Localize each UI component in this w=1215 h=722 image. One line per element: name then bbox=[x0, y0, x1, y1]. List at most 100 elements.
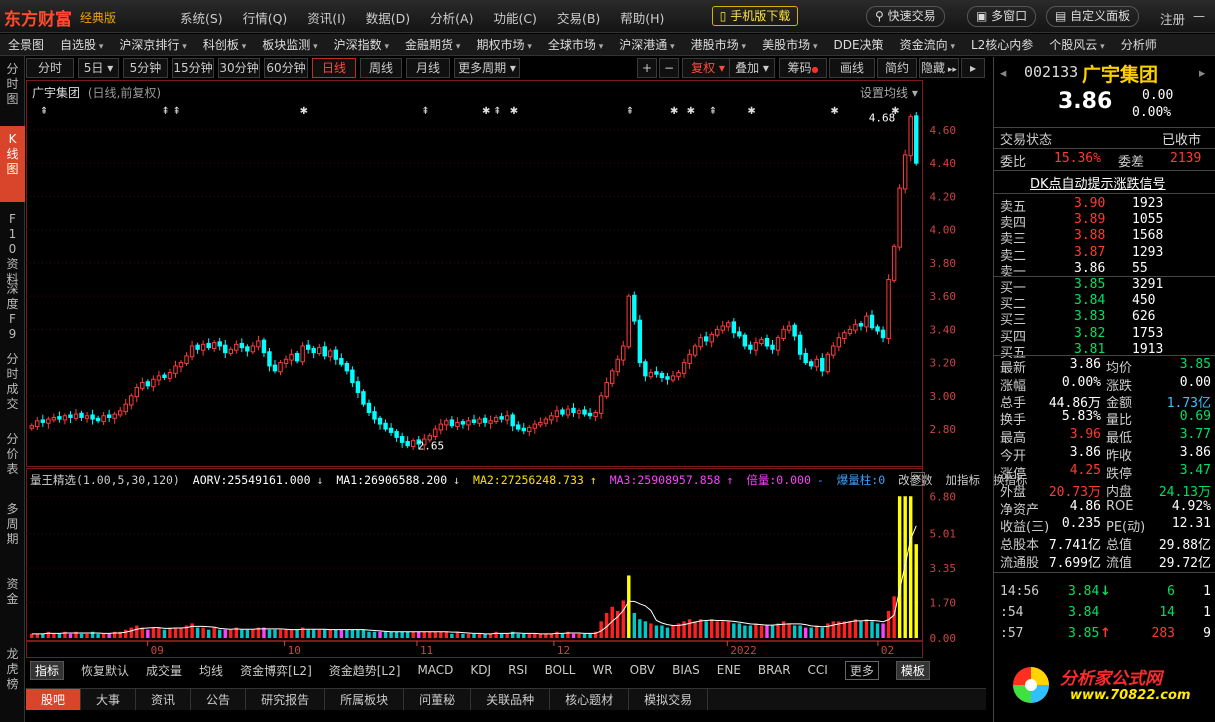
minus-button[interactable]: − bbox=[659, 58, 679, 78]
arrow-right-icon[interactable]: ▸ bbox=[1199, 65, 1205, 80]
indicator-tab-5[interactable]: 资金趋势[L2] bbox=[329, 662, 401, 679]
event-marker-icon[interactable]: ✱ bbox=[687, 106, 695, 117]
period-2[interactable]: 5分钟 bbox=[123, 58, 168, 78]
set-ma-button[interactable]: 设置均线 ▾ bbox=[860, 84, 918, 101]
nav-item-14[interactable]: L2核心内参 bbox=[971, 36, 1033, 53]
period-1[interactable]: 5日 ▾ bbox=[78, 58, 119, 78]
custom-panel-button[interactable]: ▤ 自定义面板 bbox=[1046, 6, 1140, 27]
event-marker-icon[interactable]: ⇞ bbox=[709, 106, 717, 117]
menu-function[interactable]: 功能(C) bbox=[493, 8, 536, 27]
left-tab-8[interactable]: 龙虎榜 bbox=[0, 641, 25, 711]
period-3[interactable]: 15分钟 bbox=[172, 58, 214, 78]
nav-item-15[interactable]: 个股风云 bbox=[1049, 36, 1104, 53]
nav-item-4[interactable]: 板块监测 bbox=[262, 36, 317, 53]
draw-line-button[interactable]: 画线 bbox=[829, 58, 875, 78]
nav-item-6[interactable]: 金融期货 bbox=[405, 36, 460, 53]
bottom-tab-3[interactable]: 公告 bbox=[191, 689, 247, 710]
event-marker-icon[interactable]: ✱ bbox=[300, 106, 308, 117]
nav-item-10[interactable]: 港股市场 bbox=[691, 36, 746, 53]
event-marker-icon[interactable]: ✱ bbox=[510, 106, 518, 117]
app-logo[interactable]: 东方财富 经典版 bbox=[4, 5, 116, 30]
nav-item-0[interactable]: 全景图 bbox=[8, 36, 44, 53]
indicator-tab-15[interactable]: CCI bbox=[808, 663, 828, 677]
indicator-tab-8[interactable]: RSI bbox=[508, 663, 528, 677]
left-tab-1[interactable]: K线图 bbox=[0, 126, 25, 202]
period-0[interactable]: 分时 bbox=[26, 58, 74, 78]
bottom-tab-5[interactable]: 所属板块 bbox=[325, 689, 405, 710]
period-8[interactable]: 月线 bbox=[406, 58, 450, 78]
indicator-tab-0[interactable]: 指标 bbox=[30, 660, 65, 680]
menu-data[interactable]: 数据(D) bbox=[366, 8, 410, 27]
left-tab-5[interactable]: 分价表 bbox=[0, 426, 25, 492]
nav-item-7[interactable]: 期权市场 bbox=[476, 36, 531, 53]
indicator-tab-7[interactable]: KDJ bbox=[470, 663, 491, 677]
nav-item-11[interactable]: 美股市场 bbox=[762, 36, 817, 53]
close-icon[interactable]: ✕ bbox=[911, 472, 925, 486]
event-marker-icon[interactable]: ⇞ bbox=[493, 106, 501, 117]
event-marker-icon[interactable]: ✱ bbox=[830, 106, 838, 117]
left-tab-2[interactable]: F10资料 bbox=[0, 206, 25, 286]
menu-trade[interactable]: 交易(B) bbox=[557, 8, 600, 27]
event-marker-icon[interactable]: ✱ bbox=[747, 106, 755, 117]
menu-news[interactable]: 资讯(I) bbox=[307, 8, 345, 27]
left-tab-6[interactable]: 多周期 bbox=[0, 496, 25, 566]
nav-item-1[interactable]: 自选股 bbox=[60, 36, 103, 53]
nav-item-12[interactable]: DDE决策 bbox=[833, 36, 883, 53]
bottom-tab-4[interactable]: 研究报告 bbox=[246, 689, 326, 710]
nav-item-3[interactable]: 科创板 bbox=[203, 36, 246, 53]
bottom-tab-1[interactable]: 大事 bbox=[81, 689, 137, 710]
simple-mode-button[interactable]: 简约 bbox=[877, 58, 917, 78]
menu-system[interactable]: 系统(S) bbox=[180, 8, 223, 27]
kline-chart[interactable]: 4.60 4.40 4.20 4.00 3.80 3.60 3.40 3.20 3.00 2.80… bbox=[26, 80, 986, 658]
left-tab-4[interactable]: 分时成交 bbox=[0, 346, 25, 422]
event-marker-icon[interactable]: ⇞ bbox=[172, 106, 180, 117]
bottom-tab-0[interactable]: 股吧 bbox=[26, 689, 82, 710]
nav-item-5[interactable]: 沪深指数 bbox=[334, 36, 389, 53]
kline-chart-area[interactable]: 4.60 4.40 4.20 4.00 3.80 3.60 3.40 3.20 3.00 2.80… bbox=[26, 80, 1027, 658]
overlay-button[interactable]: 叠加 ▾ bbox=[729, 58, 775, 78]
menu-quotes[interactable]: 行情(Q) bbox=[243, 8, 288, 27]
arrow-left-icon[interactable]: ◂ bbox=[1000, 65, 1006, 80]
nav-item-8[interactable]: 全球市场 bbox=[548, 36, 603, 53]
multi-window-button[interactable]: ▣ 多窗口 bbox=[967, 6, 1037, 27]
left-tab-7[interactable]: 资金 bbox=[0, 571, 25, 637]
event-marker-icon[interactable]: ⇞ bbox=[40, 106, 48, 117]
indicator-tab-1[interactable]: 恢复默认 bbox=[81, 662, 129, 679]
nav-item-13[interactable]: 资金流向 bbox=[900, 36, 955, 53]
mobile-download-button[interactable]: ▯ 手机版下载 bbox=[712, 6, 798, 26]
left-tab-3[interactable]: 深度F9 bbox=[0, 276, 25, 342]
expand-right-icon[interactable]: ▸ bbox=[961, 58, 985, 78]
indicator-name[interactable]: 量王精选(1.00,5,30,120) bbox=[30, 473, 180, 487]
indicator-tab-6[interactable]: MACD bbox=[417, 663, 453, 677]
hide-button[interactable]: 隐藏 ▸▸ bbox=[919, 58, 959, 78]
window-controls[interactable]: — bbox=[1193, 9, 1205, 23]
indicator-tab-13[interactable]: ENE bbox=[717, 663, 741, 677]
indicator-tab-9[interactable]: BOLL bbox=[545, 663, 576, 677]
nav-item-2[interactable]: 沪深京排行 bbox=[119, 36, 186, 53]
indicator-tab-2[interactable]: 成交量 bbox=[146, 662, 182, 679]
indicator-tab-17[interactable]: 模板 bbox=[895, 660, 930, 680]
indicator-tab-11[interactable]: OBV bbox=[630, 663, 656, 677]
period-4[interactable]: 30分钟 bbox=[218, 58, 260, 78]
event-marker-icon[interactable]: ⇞ bbox=[421, 106, 429, 117]
chips-button[interactable]: 筹码● bbox=[779, 58, 827, 78]
indicator-tab-14[interactable]: BRAR bbox=[758, 663, 791, 677]
plus-button[interactable]: + bbox=[637, 58, 657, 78]
bottom-tab-6[interactable]: 问董秘 bbox=[404, 689, 472, 710]
bottom-tab-8[interactable]: 核心题材 bbox=[550, 689, 630, 710]
add-indicator-button[interactable]: 加指标 bbox=[946, 473, 981, 487]
period-9[interactable]: 更多周期 ▾ bbox=[454, 58, 520, 78]
left-tab-0[interactable]: 分时图 bbox=[0, 56, 25, 122]
event-marker-icon[interactable]: ⇞ bbox=[161, 106, 169, 117]
nav-item-16[interactable]: 分析师 bbox=[1121, 36, 1157, 53]
indicator-tab-3[interactable]: 均线 bbox=[199, 662, 223, 679]
bottom-tab-2[interactable]: 资讯 bbox=[136, 689, 192, 710]
bottom-tab-7[interactable]: 关联品种 bbox=[471, 689, 551, 710]
dk-signal-link[interactable]: DK点自动提示涨跌信号 bbox=[1030, 173, 1166, 192]
fuquan-button[interactable]: 复权 ▾ bbox=[682, 58, 734, 78]
period-5[interactable]: 60分钟 bbox=[264, 58, 308, 78]
indicator-tab-16[interactable]: 更多 bbox=[844, 660, 879, 680]
bottom-tab-9[interactable]: 模拟交易 bbox=[629, 689, 709, 710]
indicator-tab-10[interactable]: WR bbox=[592, 663, 612, 677]
event-marker-icon[interactable]: ✱ bbox=[891, 106, 899, 117]
